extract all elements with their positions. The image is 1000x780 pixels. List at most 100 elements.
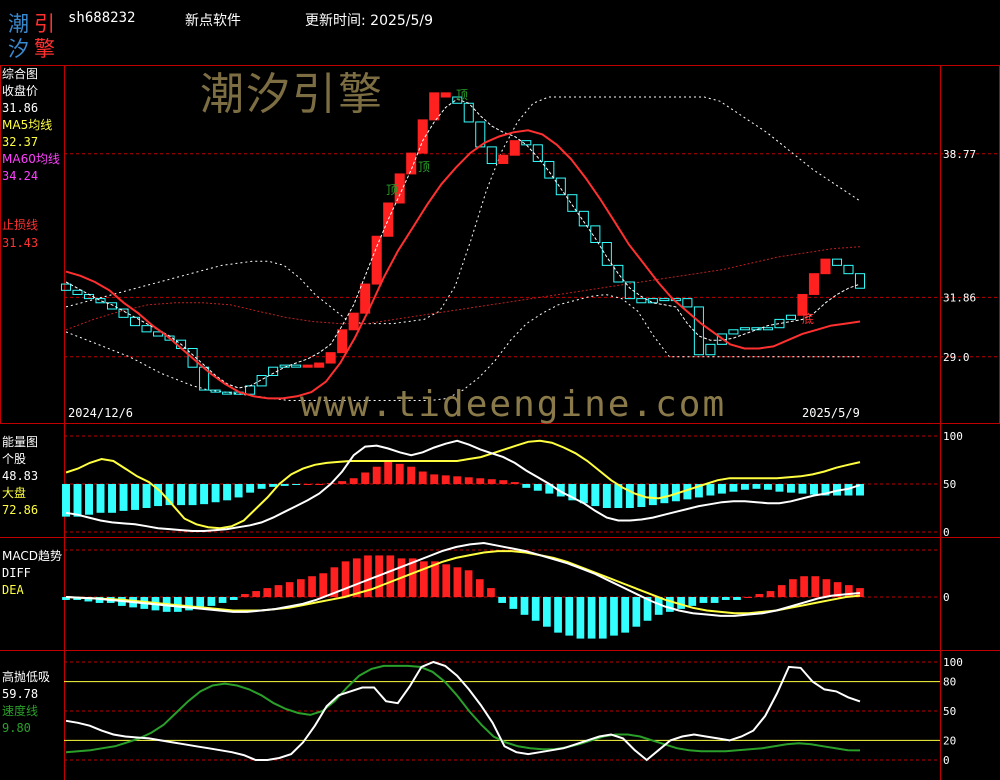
candle-66	[820, 258, 831, 275]
energy-bar-60	[752, 484, 761, 489]
energy-bar-7	[142, 484, 151, 508]
macd-bar-48	[598, 597, 607, 639]
energy-chart	[62, 439, 864, 532]
watermark-cn: 潮汐引擎	[200, 69, 384, 120]
candle-50	[636, 298, 647, 304]
macd-chart	[62, 541, 864, 639]
energy-bar-32	[430, 474, 439, 484]
energy-bar-58	[729, 484, 738, 492]
y-axis-ticks: 38.77 31.86 29.0 100 50 0 0 100 80 50 20 0	[943, 148, 976, 767]
candle-44	[567, 194, 578, 212]
candle-69	[854, 273, 866, 289]
kdj-tick-0: 100	[943, 656, 963, 669]
candle-32	[429, 92, 440, 121]
energy-bar-13	[211, 484, 220, 503]
macd-bar-56	[688, 597, 697, 606]
energy-bar-35	[464, 477, 473, 484]
energy-bar-2	[85, 484, 93, 515]
bottom-mark: 底	[802, 312, 815, 326]
macd-bar-29	[386, 555, 395, 597]
energy-bar-3	[96, 484, 105, 513]
energy-tick-1: 50	[943, 478, 956, 491]
macd-bar-58	[710, 597, 719, 603]
macd-bar-49	[610, 597, 618, 636]
kdj-tick-2: 50	[943, 705, 956, 718]
macd-bar-39	[498, 597, 507, 603]
main-title: 综合图	[2, 67, 39, 81]
candle-24	[337, 329, 348, 354]
energy-bar-63	[786, 484, 795, 493]
energy-bar-5	[119, 484, 128, 511]
macd-bar-22	[308, 576, 316, 597]
ma60-label: MA60均线	[2, 152, 60, 166]
energy-bar-36	[476, 478, 485, 484]
energy-bar-59	[740, 484, 749, 490]
energy-bar-1	[73, 484, 82, 517]
candle-65	[808, 273, 820, 295]
top-mark-1: 顶	[456, 88, 469, 102]
software-name: 新点软件	[185, 13, 241, 29]
macd-bar-50	[621, 597, 630, 633]
candle-62	[774, 318, 785, 329]
logo-char-3: 汐	[8, 37, 29, 61]
close-value: 31.86	[2, 101, 39, 115]
macd-bar-65	[789, 579, 797, 597]
macd-bar-14	[218, 597, 227, 603]
close-label: 收盘价	[2, 84, 39, 98]
energy-bar-12	[200, 484, 209, 505]
energy-bar-14	[223, 484, 232, 501]
candle-63	[785, 314, 796, 320]
macd-bar-59	[721, 597, 730, 600]
kdj-speed-value: 9.80	[2, 721, 31, 735]
candle-38	[498, 154, 509, 165]
candle-58	[728, 329, 739, 335]
candle-1	[72, 289, 83, 295]
macd-bar-51	[632, 597, 641, 627]
energy-bar-25	[349, 478, 358, 484]
energy-bar-26	[361, 472, 370, 484]
macd-bar-19	[274, 585, 283, 597]
top-mark-3: 顶	[386, 183, 399, 197]
macd-bar-41	[520, 597, 529, 615]
energy-bar-16	[246, 484, 255, 493]
macd-bar-64	[777, 585, 786, 597]
macd-bar-47	[587, 597, 596, 639]
candle-0	[60, 283, 72, 291]
candle-25	[348, 312, 359, 331]
energy-bar-37	[487, 479, 496, 484]
candle-37	[486, 146, 497, 165]
energy-bar-0	[62, 484, 70, 517]
energy-title: 能量图	[2, 435, 39, 449]
macd-bar-63	[766, 591, 775, 597]
candle-61	[762, 327, 773, 331]
main-tick-1: 31.86	[943, 291, 976, 304]
macd-dea-line	[65, 550, 861, 615]
ma5-label: MA5均线	[2, 118, 53, 132]
energy-bar-28	[384, 461, 393, 484]
macd-bar-36	[464, 570, 473, 597]
macd-bar-25	[341, 561, 350, 597]
logo: 潮 引 汐 擎	[6, 6, 58, 61]
energy-bar-29	[395, 463, 404, 484]
macd-bar-57	[699, 597, 708, 603]
macd-bar-40	[509, 597, 518, 609]
stop-value: 31.43	[2, 236, 39, 250]
candle-43	[555, 177, 566, 196]
energy-tick-0: 100	[943, 430, 963, 443]
candle-23	[325, 352, 336, 364]
stop-label: 止损线	[2, 218, 39, 232]
energy-bar-24	[338, 481, 347, 484]
energy-bar-31	[418, 471, 427, 484]
energy-bar-33	[441, 475, 450, 484]
candle-39	[509, 140, 520, 156]
energy-bar-30	[407, 466, 416, 484]
candle-21	[302, 364, 313, 368]
ma60-value: 34.24	[2, 169, 39, 183]
energy-bar-39	[510, 482, 519, 484]
candle-16	[245, 385, 256, 395]
energy-bar-62	[775, 484, 784, 492]
candle-59	[739, 327, 750, 331]
energy-stock-value: 48.83	[2, 469, 39, 483]
ma5-value: 32.37	[2, 135, 39, 149]
energy-bar-10	[177, 484, 186, 506]
